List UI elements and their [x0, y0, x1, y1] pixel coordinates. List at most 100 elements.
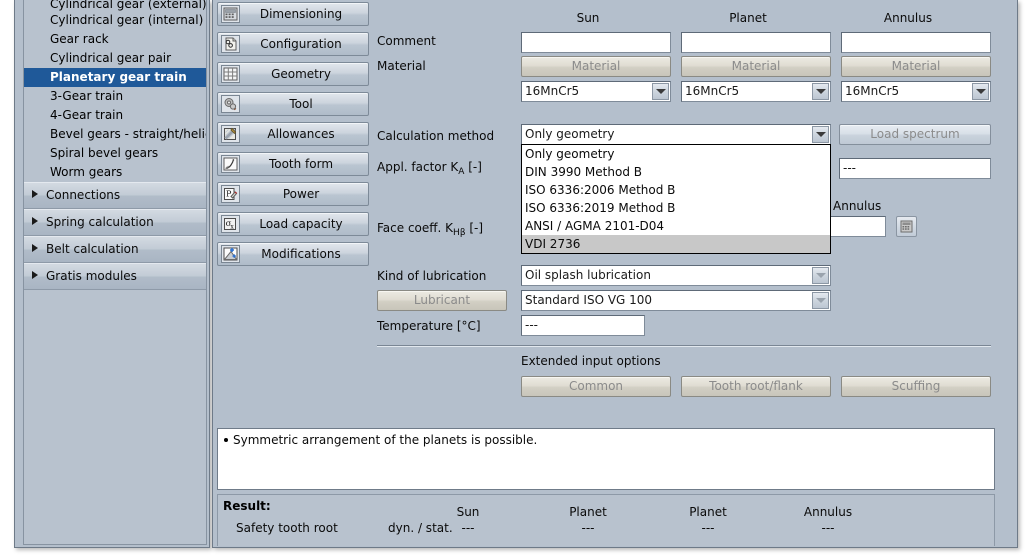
nav-button-allowances[interactable]: Allowances — [217, 122, 369, 146]
sidebar-item-planetary-gear-train[interactable]: Planetary gear train — [24, 68, 206, 87]
nav-button-power[interactable]: PPower — [217, 182, 369, 206]
sidebar-item-label: Gear rack — [50, 32, 109, 46]
material-select-sun-value: 16MnCr5 — [525, 82, 651, 101]
nav-button-modifications[interactable]: Modifications — [217, 242, 369, 266]
sidebar-group-spring-calculation[interactable]: Spring calculation — [24, 209, 206, 236]
sidebar-group-label: Gratis modules — [46, 269, 137, 283]
module-tree[interactable]: Cylindrical gear (external)Cylindrical g… — [23, 0, 207, 545]
nav-button-label: Allowances — [240, 127, 368, 141]
dropdown-option-iso-6336-2019-method-b[interactable]: ISO 6336:2019 Method B — [522, 199, 830, 217]
nav-button-dimensioning[interactable]: Dimensioning — [217, 2, 369, 26]
load-spectrum-button[interactable]: Load spectrum — [839, 124, 991, 145]
material-select-planet[interactable]: 16MnCr5 — [681, 81, 831, 102]
chevron-down-icon[interactable] — [812, 126, 829, 143]
main-panel: Dimensioning Configuration Geometry Tool All… — [212, 0, 1018, 548]
sidebar-item-bevel-gears-straight-helical[interactable]: Bevel gears - straight/helical — [24, 125, 206, 144]
comment-input-annulus[interactable] — [841, 32, 991, 53]
lubricant-button[interactable]: Lubricant — [377, 290, 507, 311]
face-coeff-label-sub: Hβ — [453, 228, 466, 238]
material-button-sun[interactable]: Material — [521, 56, 671, 77]
message-panel: Symmetric arrangement of the planets is … — [217, 428, 995, 490]
sidebar-group-belt-calculation[interactable]: Belt calculation — [24, 236, 206, 263]
extended-options-label: Extended input options — [521, 354, 661, 368]
result-cell: --- — [548, 521, 628, 535]
nav-button-geometry[interactable]: Geometry — [217, 62, 369, 86]
lubrication-select[interactable]: Oil splash lubrication — [521, 265, 831, 286]
material-select-sun[interactable]: 16MnCr5 — [521, 81, 671, 102]
chevron-down-icon[interactable] — [812, 292, 829, 309]
sidebar-panel: Cylindrical gear (external)Cylindrical g… — [14, 0, 210, 548]
chevron-down-icon[interactable] — [812, 267, 829, 284]
dropdown-option-only-geometry[interactable]: Only geometry — [522, 145, 830, 163]
column-header-planet: Planet — [670, 11, 826, 25]
dropdown-option-vdi-2736[interactable]: VDI 2736 — [522, 235, 830, 253]
nav-button-configuration[interactable]: Configuration — [217, 32, 369, 56]
chevron-down-icon[interactable] — [972, 83, 989, 100]
sidebar-item-label: Cylindrical gear (external) — [50, 0, 206, 11]
sidebar-item-spiral-bevel-gears[interactable]: Spiral bevel gears — [24, 144, 206, 163]
sidebar-item-worm-gears[interactable]: Worm gears — [24, 163, 206, 182]
material-select-annulus[interactable]: 16MnCr5 — [841, 81, 991, 102]
extended-tooth-root-flank-button[interactable]: Tooth root/flank — [681, 376, 831, 397]
nav-button-label: Power — [240, 187, 368, 201]
chevron-down-icon[interactable] — [812, 83, 829, 100]
configuration-icon — [221, 35, 240, 53]
calculator-icon — [900, 220, 913, 233]
appl-factor-label-post: [-] — [464, 160, 482, 174]
bullet-icon — [224, 438, 228, 442]
sidebar-item-4-gear-train[interactable]: 4-Gear train — [24, 106, 206, 125]
result-column-header: Planet — [548, 505, 628, 519]
nav-button-load-capacity[interactable]: σxLoad capacity — [217, 212, 369, 236]
lubrication-label: Kind of lubrication — [377, 269, 486, 283]
modifications-icon — [221, 245, 240, 263]
sidebar-item-cylindrical-gear-pair[interactable]: Cylindrical gear pair — [24, 49, 206, 68]
face-coeff-label-pre: Face coeff. K — [377, 221, 453, 235]
material-button-planet[interactable]: Material — [681, 56, 831, 77]
extended-scuffing-button[interactable]: Scuffing — [841, 376, 991, 397]
sidebar-group-label: Belt calculation — [46, 242, 139, 256]
temperature-input[interactable]: --- — [521, 315, 645, 336]
nav-button-label: Configuration — [240, 37, 368, 51]
sidebar-item-label: 3-Gear train — [50, 89, 123, 103]
sidebar-item-label: Bevel gears - straight/helical — [50, 127, 207, 141]
nav-button-tool[interactable]: Tool — [217, 92, 369, 116]
triangle-right-icon — [32, 244, 38, 252]
appl-factor-input[interactable]: --- — [839, 158, 991, 179]
extended-common-button[interactable]: Common — [521, 376, 671, 397]
dropdown-option-din-3990-method-b[interactable]: DIN 3990 Method B — [522, 163, 830, 181]
face-coeff-label-post: [-] — [466, 221, 484, 235]
sidebar-item-label: Planetary gear train — [50, 70, 187, 84]
sidebar-group-gratis-modules[interactable]: Gratis modules — [24, 263, 206, 290]
comment-input-planet[interactable] — [681, 32, 831, 53]
nav-button-label: Tool — [240, 97, 368, 111]
sidebar-item-3-gear-train[interactable]: 3-Gear train — [24, 87, 206, 106]
sidebar-group-label: Connections — [46, 188, 120, 202]
sidebar-group-label: Spring calculation — [46, 215, 154, 229]
comment-label: Comment — [377, 34, 436, 48]
column-header-annulus: Annulus — [830, 11, 986, 25]
result-row-label: Safety tooth root — [236, 521, 338, 535]
sidebar-item-gear-rack[interactable]: Gear rack — [24, 30, 206, 49]
sidebar-item-cylindrical-gear-internal[interactable]: Cylindrical gear (internal) — [24, 11, 206, 30]
lubricant-value: Standard ISO VG 100 — [525, 291, 811, 310]
result-column-header: Annulus — [788, 505, 868, 519]
calculation-method-select[interactable]: Only geometry — [521, 124, 831, 145]
calculation-method-dropdown[interactable]: Only geometryDIN 3990 Method BISO 6336:2… — [521, 144, 831, 254]
triangle-right-icon — [32, 217, 38, 225]
sidebar-group-connections[interactable]: Connections — [24, 182, 206, 209]
calculator-button[interactable] — [896, 216, 917, 237]
sidebar-item-cylindrical-gear-external[interactable]: Cylindrical gear (external) — [24, 0, 206, 11]
tool-icon — [221, 95, 240, 113]
message-item: Symmetric arrangement of the planets is … — [224, 433, 988, 447]
dropdown-option-iso-6336-2006-method-b[interactable]: ISO 6336:2006 Method B — [522, 181, 830, 199]
material-button-annulus[interactable]: Material — [841, 56, 991, 77]
result-cell: --- — [428, 521, 508, 535]
chevron-down-icon[interactable] — [652, 83, 669, 100]
lubricant-select[interactable]: Standard ISO VG 100 — [521, 290, 831, 311]
section-divider — [377, 345, 991, 347]
nav-button-label: Geometry — [240, 67, 368, 81]
nav-button-tooth-form[interactable]: Tooth form — [217, 152, 369, 176]
sidebar-item-label: Spiral bevel gears — [50, 146, 158, 160]
comment-input-sun[interactable] — [521, 32, 671, 53]
dropdown-option-ansi-agma-2101-d04[interactable]: ANSI / AGMA 2101-D04 — [522, 217, 830, 235]
